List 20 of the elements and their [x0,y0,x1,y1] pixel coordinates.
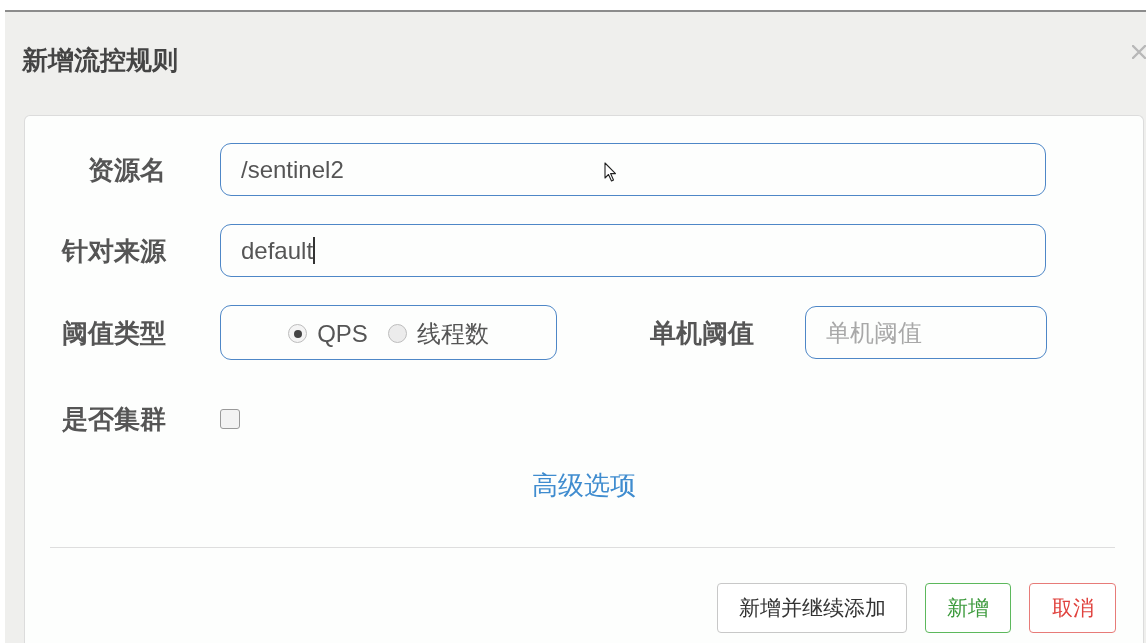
text-input[interactable]: 单机阈值 [805,306,1047,359]
cancel-button[interactable]: 取消 [1029,583,1116,633]
mouse-pointer-icon [604,162,617,182]
text-input[interactable]: default [220,224,1046,277]
field-label: 是否集群 [61,403,166,435]
advanced-options-link[interactable]: 高级选项 [532,469,636,501]
radio-label: QPS [317,318,368,349]
field-label: 单机阈值 [649,316,754,349]
add-button[interactable]: 新增 [925,583,1011,633]
checkbox[interactable] [220,409,240,429]
field-label: 资源名 [87,153,166,186]
close-icon[interactable] [1132,45,1146,59]
field-label: 阈值类型 [61,316,166,349]
text-input[interactable]: /sentinel2 [220,143,1046,196]
field-label: 针对来源 [60,234,166,267]
radio-label: 线程数 [416,318,489,349]
dialog-title: 新增流控规则 [22,44,178,76]
radio-button[interactable] [288,324,308,343]
add-and-continue-button[interactable]: 新增并继续添加 [717,583,907,633]
radio-button[interactable] [387,324,407,343]
